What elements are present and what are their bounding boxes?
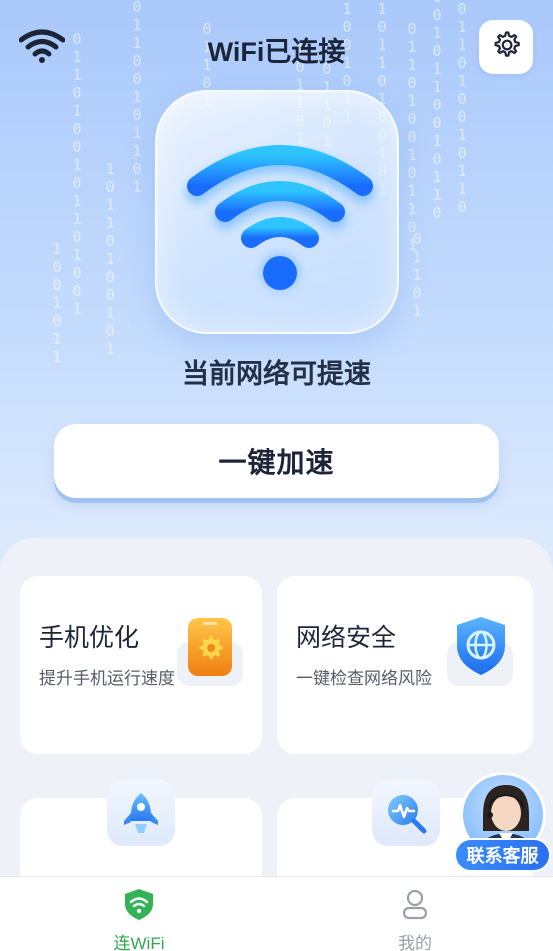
settings-button[interactable] <box>479 20 533 74</box>
gear-icon <box>491 30 521 64</box>
page-title: WiFi已连接 <box>207 37 346 67</box>
tab-connect-wifi[interactable]: 连WiFi <box>79 887 199 951</box>
tab-label: 我的 <box>398 934 432 951</box>
network-security-card[interactable]: 网络安全 一键检查网络风险 <box>277 576 533 754</box>
search-pulse-icon <box>372 780 440 846</box>
rocket-icon <box>107 780 175 846</box>
customer-service-label: 联系客服 <box>454 838 551 872</box>
user-icon <box>398 889 432 925</box>
phone-gear-icon <box>186 616 234 682</box>
tab-mine[interactable]: 我的 <box>355 887 475 951</box>
customer-service-button[interactable]: 联系客服 <box>452 772 553 876</box>
one-key-boost-button[interactable]: 一键加速 <box>54 424 499 498</box>
card-title: 手机优化 <box>39 624 140 652</box>
wifi-shield-icon <box>122 889 156 925</box>
card-desc: 提升手机运行速度 <box>39 669 175 688</box>
shield-globe-icon <box>452 614 510 682</box>
card-title: 网络安全 <box>296 624 397 652</box>
network-status-text: 当前网络可提速 <box>182 359 371 389</box>
phone-optimize-card[interactable]: 手机优化 提升手机运行速度 <box>20 576 262 754</box>
bottom-tab-bar: 连WiFi 我的 <box>0 876 553 951</box>
tab-label: 连WiFi <box>113 934 165 951</box>
wifi-large-icon <box>175 140 385 300</box>
card-desc: 一键检查网络风险 <box>296 669 432 688</box>
